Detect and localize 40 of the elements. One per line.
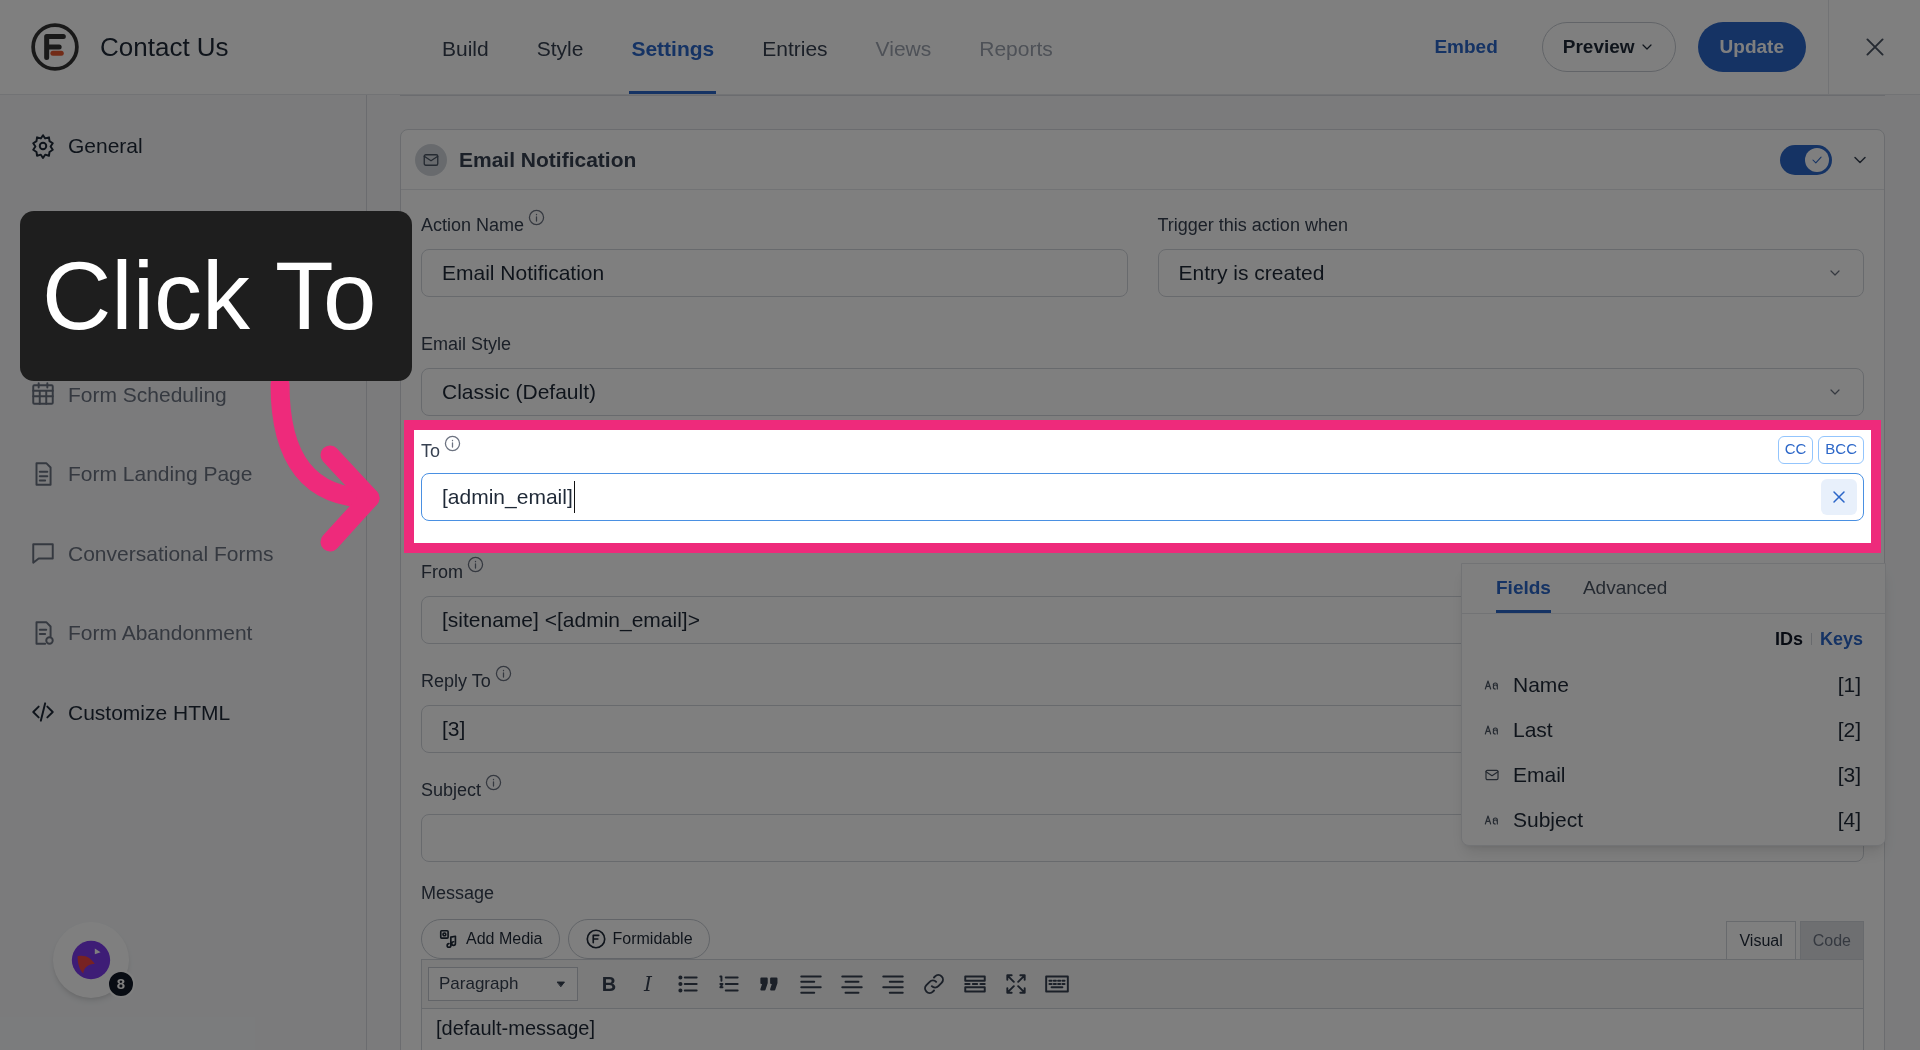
select-field[interactable]: Entry is created (1157, 249, 1864, 297)
italic-button[interactable]: I (636, 969, 660, 999)
format-select[interactable]: Paragraph (428, 967, 578, 1001)
recipient-button[interactable]: CC (1777, 435, 1814, 464)
update-button[interactable]: Update (1697, 22, 1806, 72)
nav-tab[interactable]: Style (534, 0, 586, 94)
field-id: [1] (1837, 671, 1861, 698)
field-label: Reply To (421, 670, 491, 693)
field-id: [3] (1837, 761, 1861, 788)
input-field[interactable]: Email Notification (421, 249, 1128, 297)
editor-area[interactable]: [default-message] (421, 1009, 1864, 1050)
field-label: Trigger this action when (1157, 214, 1348, 237)
message-text: [default-message] (436, 1017, 595, 1039)
embed-link[interactable]: Embed (1434, 32, 1498, 62)
input-field[interactable]: [admin_email] (421, 473, 1864, 521)
field-label: Action Name (421, 214, 525, 237)
field-item[interactable]: Name [1] (1462, 662, 1885, 707)
picker-tab[interactable]: Fields (1496, 573, 1551, 613)
field-item[interactable]: Subject [4] (1462, 797, 1885, 842)
field-label: Message (421, 882, 495, 905)
field-label: From (421, 561, 463, 584)
sidebar-item[interactable]: Customize HTML (30, 696, 366, 728)
recipient-button[interactable]: BCC (1818, 435, 1864, 464)
field-label: Email Style (421, 333, 512, 356)
field-label: To (421, 440, 440, 463)
bold-button[interactable]: B (597, 969, 621, 999)
nav-tab[interactable]: Entries (760, 0, 830, 94)
sidebar-item[interactable]: General (30, 130, 366, 162)
field-item[interactable]: Email [3] (1462, 752, 1885, 797)
field-id: [2] (1837, 716, 1861, 743)
editor-tab[interactable]: Visual (1726, 921, 1796, 959)
action-title: Email Notification (459, 146, 637, 173)
select-field[interactable]: Classic (Default) (421, 368, 1864, 416)
notification-count: 8 (107, 970, 135, 998)
callout-caption: Click To (20, 211, 412, 381)
field-label: Subject (421, 779, 482, 802)
nav-tab[interactable]: Build (440, 0, 491, 94)
editor-tab[interactable]: Code (1799, 921, 1864, 959)
field-id: [4] (1837, 806, 1861, 833)
form-title: Contact Us (100, 30, 230, 64)
